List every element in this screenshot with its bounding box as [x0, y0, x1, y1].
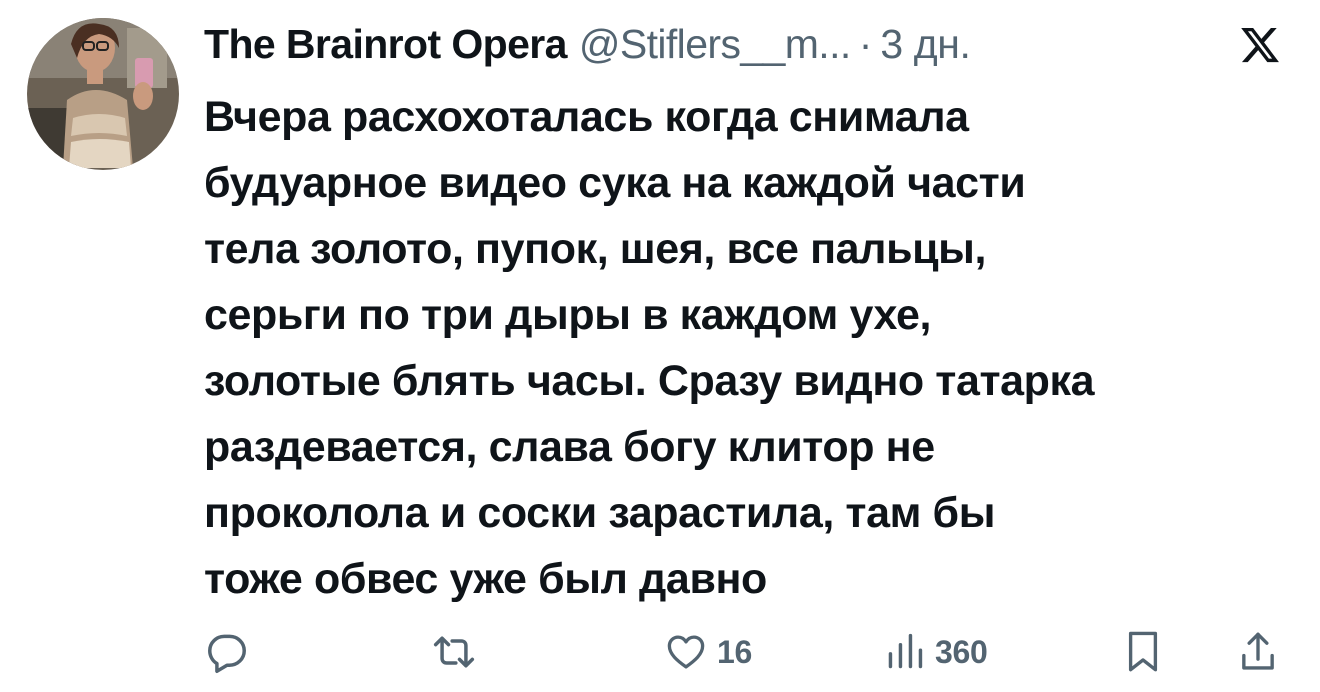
author-name[interactable]: The Brainrot Opera — [204, 14, 567, 74]
tweet-text-line: будуарное видео сука на каждой части — [204, 159, 1026, 207]
tweet-text-line: золотые блять часы. Сразу видно татарка — [204, 357, 1095, 405]
share-button[interactable] — [1238, 620, 1278, 684]
tweet-text: Вчера расхохоталась когда снимала будуар… — [204, 84, 1304, 612]
action-bar: 16 360 — [0, 620, 1320, 684]
views-button[interactable]: 360 — [885, 620, 988, 684]
bookmark-button[interactable] — [1125, 620, 1161, 684]
views-chart-icon — [888, 633, 923, 669]
tweet-text-line: проколола и соски зарастила, там бы — [204, 489, 996, 537]
bookmark-icon — [1128, 631, 1158, 672]
reply-button[interactable] — [205, 620, 249, 684]
tweet-text-line: Вчера расхохоталась когда снимала — [204, 93, 969, 141]
retweet-button[interactable] — [430, 620, 478, 684]
tweet-text-line: тела золото, пупок, шея, все пальцы, — [204, 225, 987, 273]
retweet-icon — [433, 636, 475, 668]
tweet-text-line: раздевается, слава богу клитор не — [204, 423, 935, 471]
avatar-image — [27, 18, 179, 170]
separator-dot: · — [858, 21, 873, 67]
like-button[interactable]: 16 — [665, 620, 752, 684]
views-count: 360 — [935, 633, 988, 670]
x-logo-icon — [1238, 24, 1282, 66]
share-icon — [1242, 632, 1274, 670]
tweet-text-line: серьги по три дыры в каждом ухе, — [204, 291, 932, 339]
avatar[interactable] — [27, 18, 179, 170]
tweet-time[interactable]: 3 дн. — [880, 14, 971, 74]
heart-icon — [667, 635, 705, 669]
like-count: 16 — [717, 633, 752, 670]
author-handle[interactable]: @Stiflers__m... — [579, 14, 851, 74]
tweet-text-line: тоже обвес уже был давно — [204, 555, 767, 603]
reply-icon — [208, 634, 246, 673]
tweet-header: The Brainrot Opera @Stiflers__m... · 3 д… — [204, 14, 971, 74]
